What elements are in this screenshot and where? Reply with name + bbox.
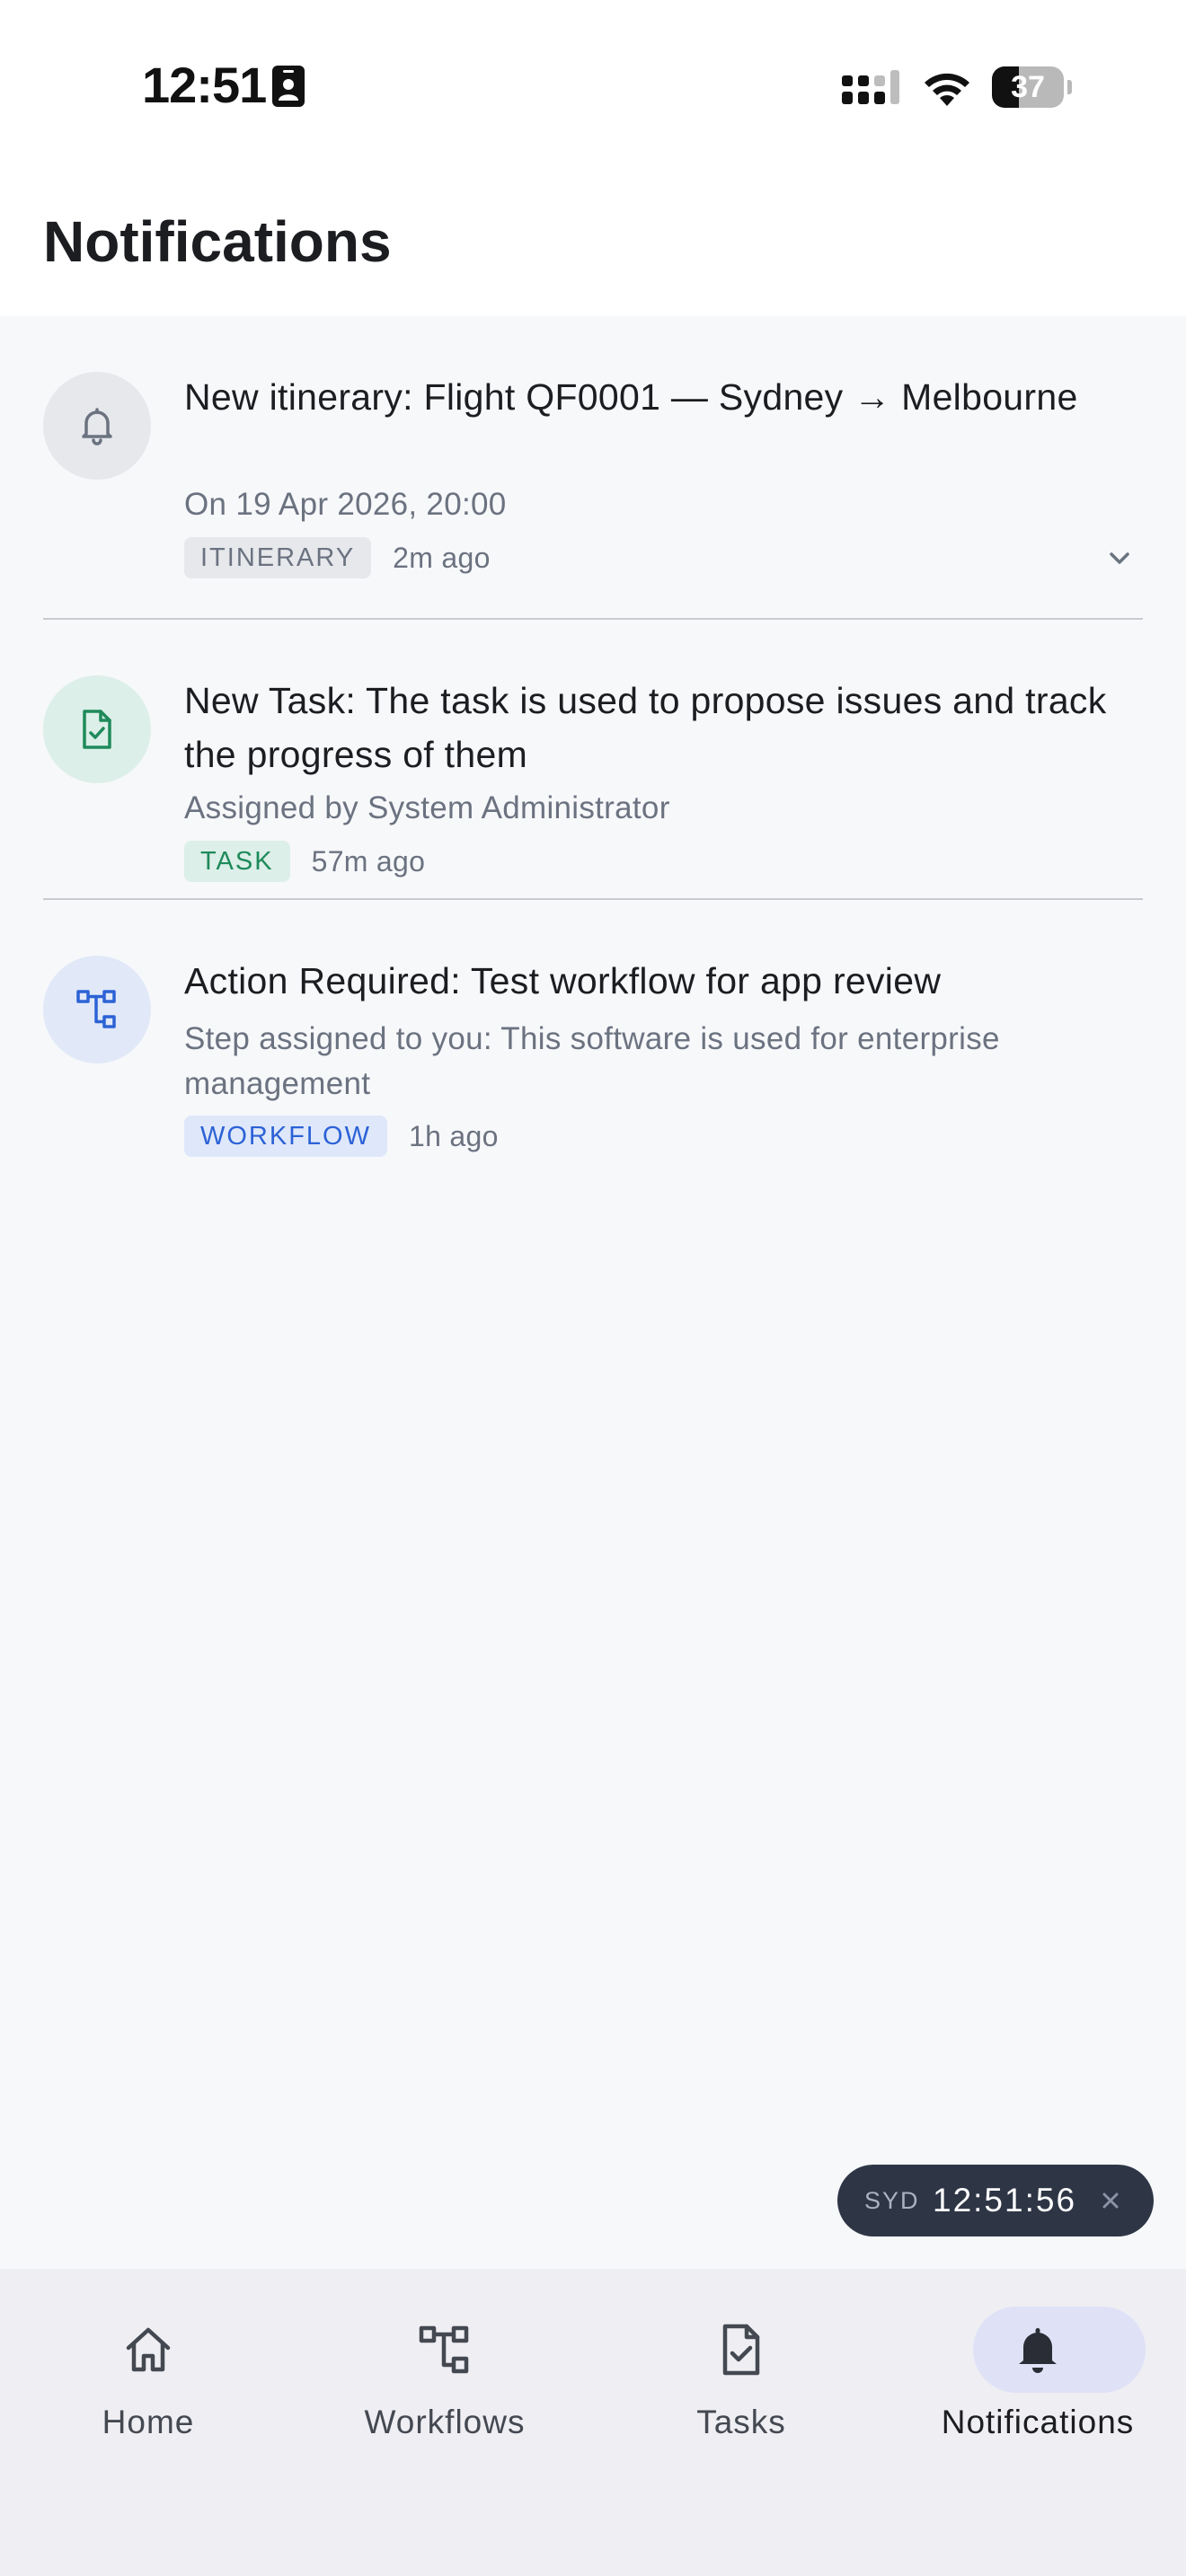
notification-time-ago: 57m ago (311, 844, 426, 878)
page-header: Notifications (0, 171, 1186, 316)
battery-level: 37 (1011, 70, 1045, 104)
bell-icon (82, 408, 112, 446)
notification-subtitle: On 19 Apr 2026, 20:00 (184, 487, 507, 522)
tab-label: Home (102, 2404, 195, 2440)
tab-label: Workflows (364, 2404, 526, 2440)
timezone-clock-widget[interactable]: SYD 12:51:56 (837, 2165, 1154, 2236)
cellular-signal-icon (842, 70, 899, 104)
home-icon (126, 2327, 171, 2372)
notification-avatar (43, 675, 151, 783)
notification-title: New Task: The task is used to propose is… (184, 680, 1107, 775)
notification-subtitle: Assigned by System Administrator (184, 790, 670, 825)
close-icon[interactable] (1100, 2190, 1121, 2211)
battery-indicator: 37 (992, 66, 1072, 108)
notification-avatar (43, 372, 151, 480)
status-time: 12:51 (142, 57, 267, 113)
notification-avatar (43, 956, 151, 1063)
bottom-tab-bar: Home Workflows Tasks Notifications (0, 2269, 1186, 2576)
notification-item[interactable]: New Task: The task is used to propose is… (43, 620, 1143, 898)
workflow-icon (419, 2325, 469, 2374)
clock-time: 12:51:56 (933, 2182, 1077, 2219)
notification-meta: TASK 57m ago (184, 841, 425, 884)
workflow-icon (76, 990, 116, 1028)
tab-tasks[interactable]: Tasks (593, 2269, 890, 2448)
clock-timezone-label: SYD (864, 2187, 920, 2214)
notification-item[interactable]: New itinerary: Flight QF0001 — Sydney → … (43, 316, 1143, 618)
page-title: Notifications (43, 209, 392, 274)
bell-icon (1019, 2328, 1057, 2373)
notification-subtitle: Step assigned to you: This software is u… (184, 1021, 1000, 1101)
tab-workflows[interactable]: Workflows (296, 2269, 593, 2448)
document-check-icon (83, 710, 111, 749)
notification-meta: WORKFLOW 1h ago (184, 1116, 499, 1159)
tab-notifications[interactable]: Notifications (890, 2269, 1186, 2448)
tab-home[interactable]: Home (0, 2269, 296, 2448)
notification-title: Action Required: Test workflow for app r… (184, 960, 942, 1001)
notification-tag: WORKFLOW (184, 1116, 387, 1157)
wifi-icon (925, 73, 969, 106)
notification-title: New itinerary: Flight QF0001 — Sydney → … (184, 376, 1078, 418)
notification-time-ago: 2m ago (393, 541, 491, 574)
notification-tag: ITINERARY (184, 537, 372, 578)
document-check-icon (722, 2324, 760, 2376)
contact-card-icon (272, 66, 305, 107)
status-bar: 12:51 37 (0, 0, 1186, 171)
notification-time-ago: 1h ago (409, 1119, 499, 1152)
notification-tag: TASK (184, 841, 290, 882)
chevron-down-icon[interactable] (1103, 548, 1136, 569)
notification-meta: ITINERARY 2m ago (184, 537, 491, 580)
notification-item[interactable]: Action Required: Test workflow for app r… (43, 900, 1143, 1169)
tab-label: Notifications (941, 2404, 1135, 2440)
tab-label: Tasks (696, 2404, 786, 2440)
